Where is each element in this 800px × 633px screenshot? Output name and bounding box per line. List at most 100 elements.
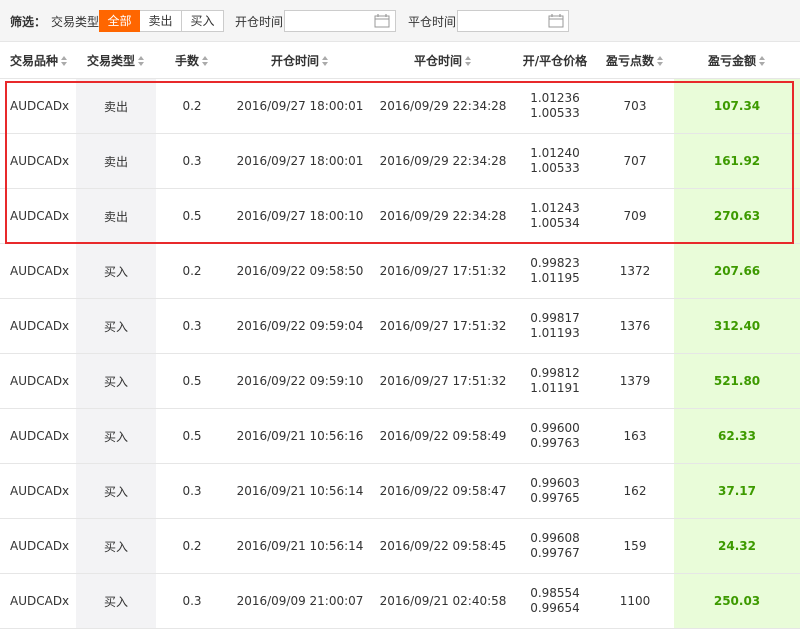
cell-lots: 0.2 xyxy=(182,264,202,278)
cell-amount: 270.63 xyxy=(713,209,761,223)
cell-prices: 1.01243 1.00534 xyxy=(514,189,596,243)
cell-lots: 0.2 xyxy=(182,539,202,553)
open-price: 0.99823 xyxy=(530,256,580,270)
table-row[interactable]: AUDCADx 买入 0.3 2016/09/09 21:00:07 2016/09/2… xyxy=(0,574,800,629)
header-amount[interactable]: 盈亏金额 xyxy=(674,43,800,79)
cell-prices: 1.01240 1.00533 xyxy=(514,134,596,188)
close-price: 1.01195 xyxy=(530,271,580,285)
sort-icon xyxy=(322,56,329,66)
cell-amount: 24.32 xyxy=(718,539,756,553)
cell-lots: 0.3 xyxy=(182,484,202,498)
cell-prices: 0.99823 1.01195 xyxy=(514,244,596,298)
header-type[interactable]: 交易类型 xyxy=(76,43,156,79)
calendar-icon[interactable] xyxy=(548,13,564,28)
close-price: 0.99763 xyxy=(530,436,580,450)
cell-prices: 0.99608 0.99767 xyxy=(514,519,596,573)
cell-close-time: 2016/09/21 02:40:58 xyxy=(379,594,507,608)
filter-all-button[interactable]: 全部 xyxy=(99,10,140,32)
header-close-time[interactable]: 平仓时间 xyxy=(372,43,514,79)
header-symbol[interactable]: 交易品种 xyxy=(0,43,76,79)
filter-label: 筛选： xyxy=(10,15,47,29)
close-price: 1.01191 xyxy=(530,381,580,395)
cell-amount: 37.17 xyxy=(718,484,756,498)
table-row[interactable]: AUDCADx 卖出 0.5 2016/09/27 18:00:10 2016/09/2… xyxy=(0,189,800,244)
cell-symbol: AUDCADx xyxy=(10,99,70,113)
cell-points: 703 xyxy=(623,99,647,113)
open-price: 1.01240 xyxy=(530,146,580,160)
cell-prices: 0.99603 0.99765 xyxy=(514,464,596,518)
cell-close-time: 2016/09/29 22:34:28 xyxy=(379,154,507,168)
cell-points: 163 xyxy=(623,429,647,443)
open-price: 1.01243 xyxy=(530,201,580,215)
cell-symbol: AUDCADx xyxy=(10,484,70,498)
cell-close-time: 2016/09/22 09:58:45 xyxy=(379,539,507,553)
open-time-label: 开仓时间 xyxy=(235,15,284,29)
close-price: 1.01193 xyxy=(530,326,580,340)
cell-type: 买入 xyxy=(103,264,128,279)
cell-open-time: 2016/09/21 10:56:14 xyxy=(236,484,364,498)
header-prices: 开/平仓价格 xyxy=(522,54,588,68)
open-price: 0.98554 xyxy=(530,586,580,600)
close-price: 0.99767 xyxy=(530,546,580,560)
cell-type: 卖出 xyxy=(103,209,128,224)
table-row[interactable]: AUDCADx 买入 0.2 2016/09/21 10:56:14 2016/09/2… xyxy=(0,519,800,574)
cell-symbol: AUDCADx xyxy=(10,209,70,223)
table-row[interactable]: AUDCADx 买入 0.3 2016/09/22 09:59:04 2016/09/2… xyxy=(0,299,800,354)
cell-type: 买入 xyxy=(103,429,128,444)
cell-close-time: 2016/09/27 17:51:32 xyxy=(379,264,507,278)
sort-icon xyxy=(61,56,68,66)
cell-points: 1379 xyxy=(619,374,651,388)
cell-points: 159 xyxy=(623,539,647,553)
open-price: 1.01236 xyxy=(530,91,580,105)
table-row[interactable]: AUDCADx 卖出 0.2 2016/09/27 18:00:01 2016/09/2… xyxy=(0,79,800,134)
cell-lots: 0.5 xyxy=(182,209,202,223)
table-row[interactable]: AUDCADx 买入 0.5 2016/09/21 10:56:16 2016/09/2… xyxy=(0,409,800,464)
cell-symbol: AUDCADx xyxy=(10,594,70,608)
cell-lots: 0.3 xyxy=(182,154,202,168)
cell-open-time: 2016/09/21 10:56:14 xyxy=(236,539,364,553)
filter-bar: 筛选： 交易类型 全部 卖出 买入 开仓时间 平仓时间 xyxy=(0,0,800,42)
header-lots[interactable]: 手数 xyxy=(156,43,228,79)
cell-lots: 0.5 xyxy=(182,429,202,443)
header-open-time[interactable]: 开仓时间 xyxy=(228,43,372,79)
close-price: 0.99654 xyxy=(530,601,580,615)
cell-open-time: 2016/09/22 09:59:10 xyxy=(236,374,364,388)
table-row[interactable]: AUDCADx 买入 0.5 2016/09/22 09:59:10 2016/09/2… xyxy=(0,354,800,409)
open-price: 0.99812 xyxy=(530,366,580,380)
table-row[interactable]: AUDCADx 买入 0.2 2016/09/22 09:58:50 2016/09/2… xyxy=(0,244,800,299)
cell-close-time: 2016/09/29 22:34:28 xyxy=(379,99,507,113)
header-points[interactable]: 盈亏点数 xyxy=(596,43,674,79)
table-row[interactable]: AUDCADx 买入 0.3 2016/09/21 10:56:14 2016/09/2… xyxy=(0,464,800,519)
calendar-icon[interactable] xyxy=(374,13,390,28)
cell-amount: 250.03 xyxy=(713,594,761,608)
cell-points: 162 xyxy=(623,484,647,498)
cell-points: 1376 xyxy=(619,319,651,333)
cell-amount: 207.66 xyxy=(713,264,761,278)
close-price: 1.00534 xyxy=(530,216,580,230)
cell-close-time: 2016/09/22 09:58:49 xyxy=(379,429,507,443)
sort-icon xyxy=(202,56,209,66)
cell-lots: 0.3 xyxy=(182,319,202,333)
sort-icon xyxy=(465,56,472,66)
cell-symbol: AUDCADx xyxy=(10,264,70,278)
cell-type: 卖出 xyxy=(103,154,128,169)
cell-points: 709 xyxy=(623,209,647,223)
table-header: 交易品种 交易类型 手数 开仓时间 平仓时间 开/平仓价格 盈亏点数 盈亏金额 xyxy=(0,43,800,79)
cell-symbol: AUDCADx xyxy=(10,374,70,388)
cell-type: 买入 xyxy=(103,319,128,334)
close-price: 1.00533 xyxy=(530,161,580,175)
cell-open-time: 2016/09/27 18:00:01 xyxy=(236,99,364,113)
cell-amount: 161.92 xyxy=(713,154,761,168)
cell-points: 1372 xyxy=(619,264,651,278)
filter-sell-button[interactable]: 卖出 xyxy=(140,10,182,32)
cell-lots: 0.5 xyxy=(182,374,202,388)
cell-amount: 521.80 xyxy=(713,374,761,388)
cell-points: 707 xyxy=(623,154,647,168)
trade-type-label: 交易类型 xyxy=(51,15,100,29)
cell-close-time: 2016/09/29 22:34:28 xyxy=(379,209,507,223)
close-price: 0.99765 xyxy=(530,491,580,505)
table-row[interactable]: AUDCADx 卖出 0.3 2016/09/27 18:00:01 2016/09/2… xyxy=(0,134,800,189)
filter-buy-button[interactable]: 买入 xyxy=(182,10,224,32)
open-price: 0.99600 xyxy=(530,421,580,435)
cell-symbol: AUDCADx xyxy=(10,154,70,168)
